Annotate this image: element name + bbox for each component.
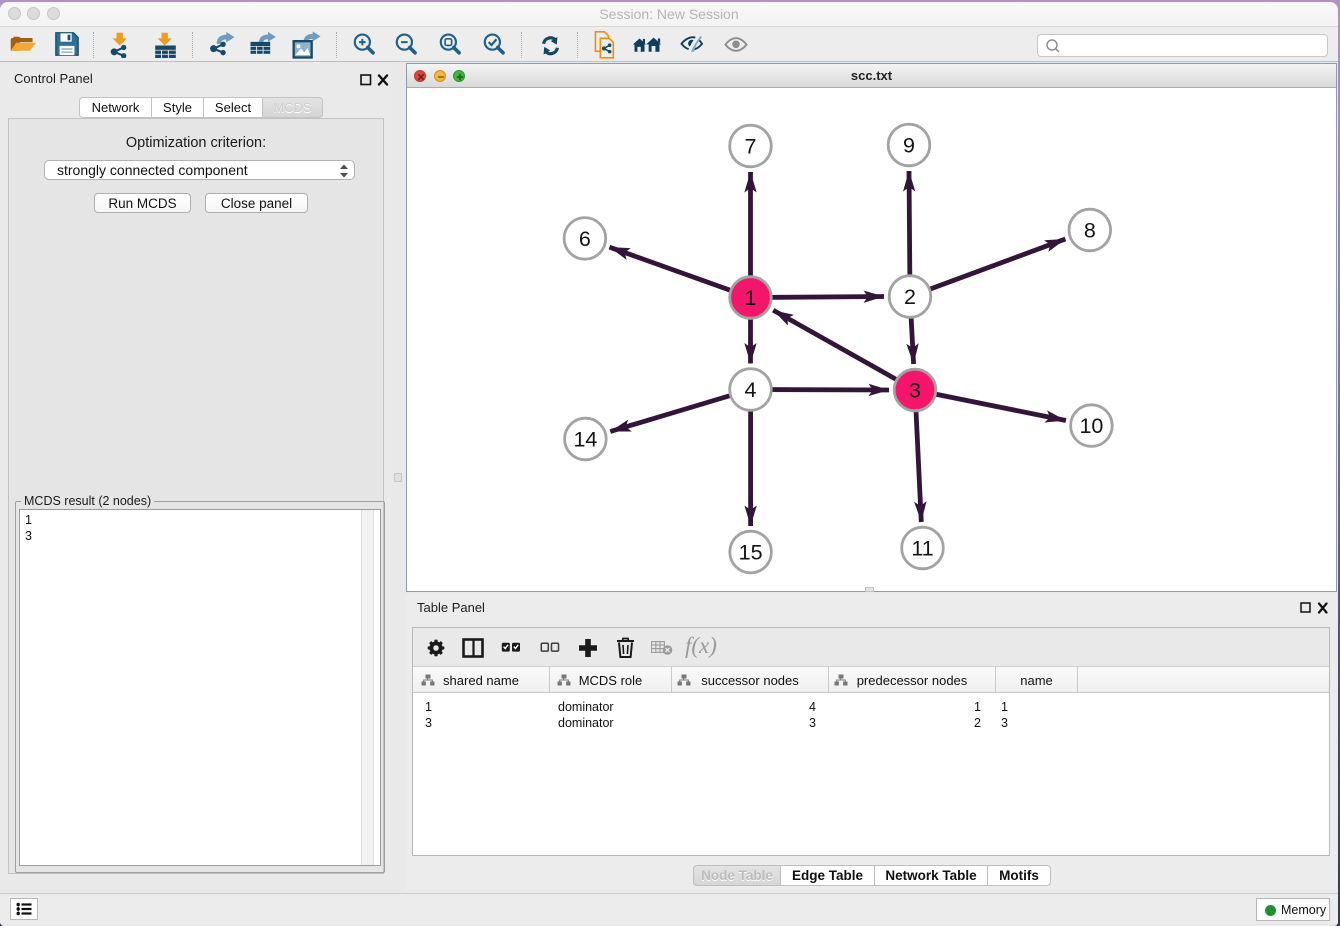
svg-text:2: 2 (904, 285, 916, 309)
svg-text:15: 15 (739, 541, 763, 565)
svg-text:8: 8 (1084, 219, 1096, 243)
svg-text:1: 1 (745, 286, 757, 310)
svg-text:14: 14 (573, 428, 597, 452)
svg-text:9: 9 (903, 134, 915, 158)
svg-text:3: 3 (909, 379, 921, 403)
svg-text:7: 7 (745, 135, 757, 159)
svg-text:10: 10 (1079, 414, 1103, 438)
svg-text:4: 4 (745, 378, 757, 402)
svg-text:11: 11 (911, 537, 933, 561)
svg-text:6: 6 (579, 227, 591, 251)
